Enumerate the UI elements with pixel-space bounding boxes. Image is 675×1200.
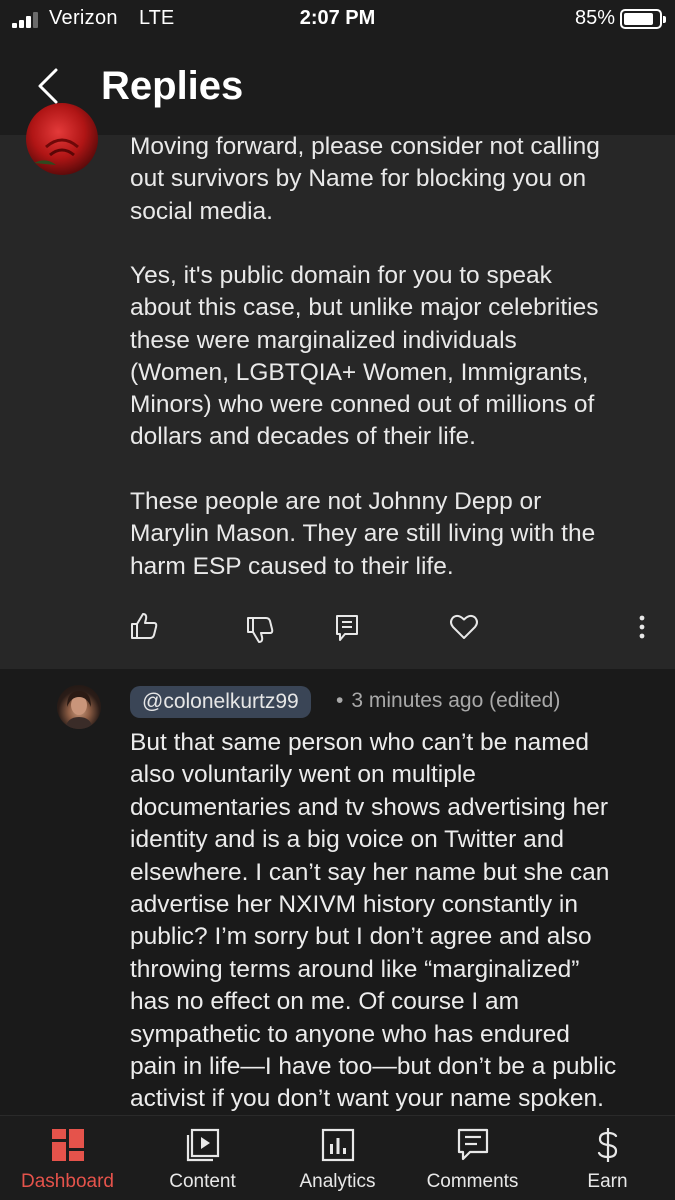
dislike-button[interactable] — [244, 614, 276, 646]
reply-icon — [336, 615, 358, 641]
clock: 2:07 PM — [299, 7, 376, 29]
reply-comment: @colonelkurtz99 • 3 minutes ago (edited) … — [0, 669, 675, 1115]
comments-icon — [457, 1128, 488, 1161]
page-title: Replies — [101, 64, 244, 108]
parent-comment: Moving forward, please consider not call… — [0, 103, 675, 669]
text-line: But that same person who can’t be named — [130, 729, 589, 756]
more-vert-icon — [639, 615, 645, 639]
comment-paragraph: Moving forward, please consider not call… — [130, 131, 650, 228]
comment-paragraph: These people are not Johnny Depp or Mary… — [130, 486, 650, 583]
text-line: identity and is a big voice on Twitter a… — [130, 826, 565, 854]
text-line: throwing terms around like “marginalized… — [130, 955, 580, 983]
separator-dot: • — [336, 689, 344, 712]
text-line: harm ESP caused to their life. — [130, 552, 454, 580]
text-line: pain in life—I have too—but don’t be a p… — [130, 1053, 617, 1081]
text-line: documentaries and tv shows advertising h… — [130, 793, 609, 821]
app-root: Verizon LTE 2:07 PM 85% Replies Moving f… — [0, 0, 675, 1200]
nav-earn[interactable]: Earn — [540, 1116, 675, 1200]
text-line: social media. — [130, 197, 273, 225]
text-line: dollars and decades of their life. — [130, 423, 476, 451]
bottom-nav: Dashboard Content Analytics Comments Ear… — [0, 1115, 675, 1200]
timestamp: 3 minutes ago (edited) — [351, 689, 561, 712]
text-line: about this case, but unlike major celebr… — [130, 294, 599, 322]
comment-meta: • 3 minutes ago (edited) — [336, 689, 560, 713]
text-line: these were marginalized individuals — [130, 326, 517, 354]
nav-label: Analytics — [299, 1171, 376, 1192]
author-handle[interactable]: @colonelkurtz99 — [130, 686, 311, 718]
text-line: Moving forward, please consider not call… — [130, 133, 600, 160]
text-line: These people are not Johnny Depp or — [130, 488, 542, 515]
nav-label: Earn — [587, 1171, 628, 1192]
dollar-icon — [597, 1128, 617, 1162]
nav-dashboard[interactable]: Dashboard — [0, 1116, 135, 1200]
battery-icon — [620, 9, 666, 29]
like-button[interactable] — [128, 610, 160, 642]
thumbs-down-icon — [247, 617, 274, 643]
rose-avatar[interactable] — [26, 103, 98, 175]
text-line: elsewhere. I can’t say her name but she … — [130, 858, 610, 886]
text-line: activist if you don’t want your name spo… — [130, 1085, 604, 1113]
chevron-left-icon — [38, 68, 58, 104]
battery-percent: 85% — [574, 7, 615, 29]
text-line: Marylin Mason. They are still living wit… — [130, 520, 596, 548]
content-icon — [186, 1128, 219, 1162]
nav-comments[interactable]: Comments — [405, 1116, 540, 1200]
text-line: (Women, LGBTQIA+ Women, Immigrants, — [130, 358, 589, 386]
text-line: public? I’m sorry but I don’t agree and … — [130, 923, 592, 951]
comment-actions — [0, 610, 675, 650]
text-line: Minors) who were conned out of millions … — [130, 391, 595, 419]
more-options-button[interactable] — [626, 612, 658, 644]
nav-label: Comments — [426, 1171, 519, 1192]
text-line: also voluntarily went on multiple — [130, 761, 476, 789]
nav-label: Content — [169, 1171, 236, 1192]
comment-paragraph: Yes, it's public domain for you to speak… — [130, 260, 650, 454]
heart-icon — [450, 614, 478, 639]
reply-text: But that same person who can’t be named … — [130, 727, 660, 1116]
reply-button[interactable] — [332, 612, 364, 644]
nav-label: Dashboard — [21, 1171, 114, 1192]
text-line: Yes, it's public domain for you to speak — [130, 262, 552, 289]
back-button[interactable] — [26, 64, 70, 108]
text-line: sympathetic to anyone who has endured — [130, 1020, 570, 1048]
thumbs-up-icon — [131, 613, 158, 639]
text-line: advertise her NXIVM history constantly i… — [130, 891, 578, 919]
text-line: out survivors by Name for blocking you o… — [130, 165, 587, 193]
nav-content[interactable]: Content — [135, 1116, 270, 1200]
avatar[interactable] — [57, 685, 101, 729]
text-line: has no effect on me. Of course I am — [130, 988, 520, 1016]
nav-analytics[interactable]: Analytics — [270, 1116, 405, 1200]
heart-button[interactable] — [448, 611, 480, 643]
analytics-icon — [321, 1128, 354, 1162]
status-bar: Verizon LTE 2:07 PM 85% — [0, 0, 675, 38]
battery-level-fill — [624, 13, 653, 25]
dashboard-icon — [51, 1129, 84, 1161]
app-header: Replies — [0, 38, 675, 135]
